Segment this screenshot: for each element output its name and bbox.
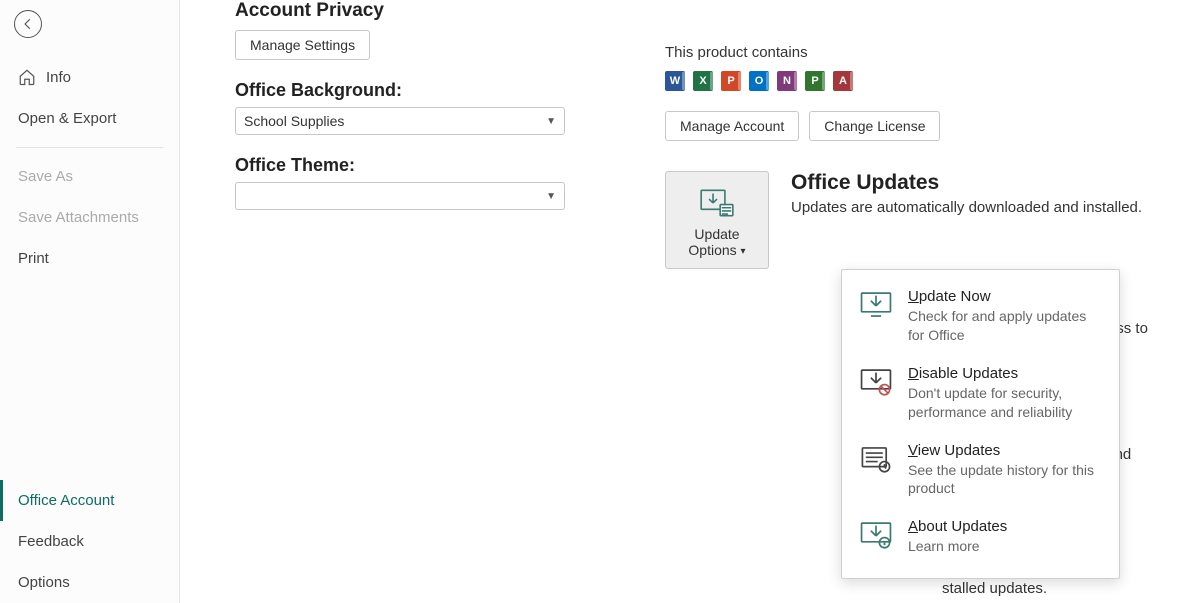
history-list-icon [859,444,893,474]
app-icon: W [665,71,685,91]
nav-save-attachments-label: Save Attachments [18,209,139,226]
office-theme-select[interactable]: ▼ [235,182,565,210]
office-updates-desc: Updates are automatically downloaded and… [791,199,1142,216]
chevron-down-icon: ▾ [741,246,746,257]
product-apps-row: WXPONPA [665,71,1196,91]
app-icon: X [693,71,713,91]
menu-view-updates-title: View Updates [908,442,1103,459]
download-info-icon [859,520,893,550]
nav-print[interactable]: Print [0,238,179,279]
menu-update-now-desc: Check for and apply updates for Office [908,307,1103,345]
account-privacy-title: Account Privacy [235,0,615,22]
divider [16,147,163,148]
nav-open-export[interactable]: Open & Export [0,98,179,139]
manage-account-button[interactable]: Manage Account [665,111,799,141]
office-updates-title: Office Updates [791,171,1142,195]
office-theme-label: Office Theme: [235,155,615,176]
office-background-label: Office Background: [235,80,615,101]
app-icon: O [749,71,769,91]
app-icon: P [805,71,825,91]
arrow-left-icon [21,17,35,31]
nav-save-as: Save As [0,156,179,197]
app-icon: P [721,71,741,91]
sidebar: Info Open & Export Save As Save Attachme… [0,0,180,603]
nav-info-label: Info [46,69,71,86]
behind-text-4: stalled updates. [942,578,1047,601]
update-options-line1: Update [694,226,739,242]
app-icon: A [833,71,853,91]
manage-settings-button[interactable]: Manage Settings [235,30,370,60]
nav-save-as-label: Save As [18,168,73,185]
office-background-select[interactable]: School Supplies ▼ [235,107,565,135]
nav-feedback[interactable]: Feedback [0,521,179,562]
back-button[interactable] [14,10,42,38]
app-icon: N [777,71,797,91]
nav-open-export-label: Open & Export [18,110,116,127]
nav-print-label: Print [18,250,49,267]
menu-update-now[interactable]: Update Now Check for and apply updates f… [842,280,1119,357]
update-options-button[interactable]: Update Options ▾ [665,171,769,269]
menu-about-updates-title: About Updates [908,518,1007,535]
nav-info[interactable]: Info [0,56,179,98]
menu-about-updates[interactable]: About Updates Learn more [842,510,1119,568]
nav-office-account[interactable]: Office Account [0,480,179,521]
menu-view-updates[interactable]: View Updates See the update history for … [842,434,1119,511]
nav-office-account-label: Office Account [18,492,114,509]
product-contains-label: This product contains [665,44,1196,61]
menu-disable-updates-title: Disable Updates [908,365,1103,382]
update-options-menu: Update Now Check for and apply updates f… [841,269,1120,579]
nav-save-attachments: Save Attachments [0,197,179,238]
caret-down-icon: ▼ [546,191,556,202]
menu-disable-updates[interactable]: Disable Updates Don't update for securit… [842,357,1119,434]
download-blocked-icon [859,367,893,397]
update-options-icon [698,186,736,220]
nav-options[interactable]: Options [0,562,179,603]
menu-disable-updates-desc: Don't update for security, performance a… [908,384,1103,422]
nav-feedback-label: Feedback [18,533,84,550]
main-content: Account Privacy Manage Settings Office B… [180,0,1196,603]
menu-about-updates-desc: Learn more [908,537,1007,556]
menu-update-now-title: Update Now [908,288,1103,305]
office-background-value: School Supplies [244,113,344,129]
download-monitor-icon [859,290,893,320]
menu-view-updates-desc: See the update history for this product [908,461,1103,499]
change-license-button[interactable]: Change License [809,111,940,141]
home-icon [18,68,36,86]
update-options-line2: Options [688,242,736,258]
caret-down-icon: ▼ [546,116,556,127]
nav-options-label: Options [18,574,70,591]
